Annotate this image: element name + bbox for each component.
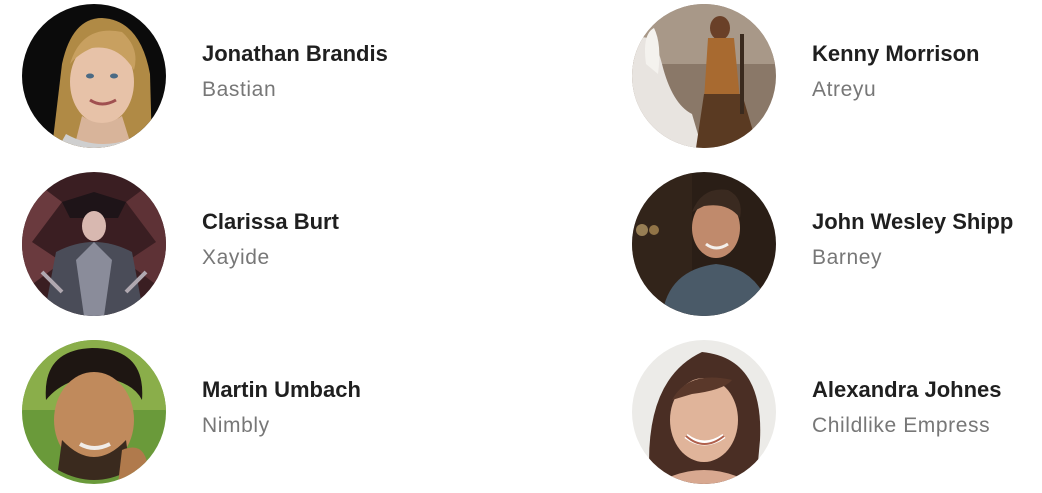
avatar[interactable] xyxy=(632,172,776,316)
actor-photo xyxy=(632,172,776,316)
cast-card-john-wesley-shipp[interactable]: John Wesley Shipp Barney xyxy=(632,172,1042,318)
avatar[interactable] xyxy=(632,4,776,148)
actor-name[interactable]: Alexandra Johnes xyxy=(812,376,1042,404)
actor-name[interactable]: Clarissa Burt xyxy=(202,208,462,236)
cast-card-kenny-morrison[interactable]: Kenny Morrison Atreyu xyxy=(632,4,1042,150)
avatar[interactable] xyxy=(22,4,166,148)
actor-name[interactable]: Kenny Morrison xyxy=(812,40,1042,68)
avatar[interactable] xyxy=(22,172,166,316)
character-name: Bastian xyxy=(202,78,277,101)
character-name: Childlike Empress xyxy=(812,414,991,437)
character-name: Barney xyxy=(812,246,883,269)
character-name: Xayide xyxy=(202,246,270,269)
cast-card-martin-umbach[interactable]: Martin Umbach Nimbly xyxy=(22,340,452,486)
character-name: Nimbly xyxy=(202,414,270,437)
actor-name[interactable]: Martin Umbach xyxy=(202,376,462,404)
cast-card-clarissa-burt[interactable]: Clarissa Burt Xayide xyxy=(22,172,452,318)
actor-photo xyxy=(632,4,776,148)
avatar[interactable] xyxy=(632,340,776,484)
character-name: Atreyu xyxy=(812,78,877,101)
actor-name[interactable]: John Wesley Shipp xyxy=(812,208,1042,236)
cast-grid: Jonathan Brandis Bastian Kenny Morrison … xyxy=(0,0,1042,493)
actor-photo xyxy=(22,172,166,316)
actor-photo xyxy=(632,340,776,484)
cast-card-jonathan-brandis[interactable]: Jonathan Brandis Bastian xyxy=(22,4,452,150)
cast-card-alexandra-johnes[interactable]: Alexandra Johnes Childlike Empress xyxy=(632,340,1042,486)
avatar[interactable] xyxy=(22,340,166,484)
actor-name[interactable]: Jonathan Brandis xyxy=(202,40,462,68)
actor-photo xyxy=(22,340,166,484)
actor-photo xyxy=(22,4,166,148)
